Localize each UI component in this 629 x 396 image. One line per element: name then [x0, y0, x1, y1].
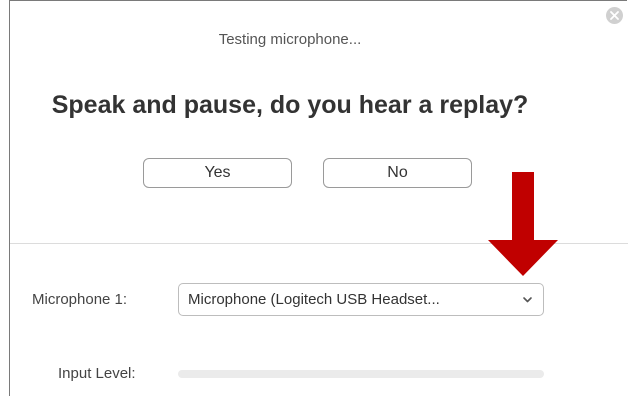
microphone-select[interactable]: Microphone (Logitech USB Headset... — [178, 283, 544, 316]
chevron-down-icon — [523, 297, 532, 303]
input-level-meter — [178, 370, 544, 378]
microphone-selected-value: Microphone (Logitech USB Headset... — [188, 291, 440, 308]
replay-question-heading: Speak and pause, do you hear a replay? — [51, 91, 529, 119]
microphone-label: Microphone 1: — [32, 291, 128, 308]
testing-status-text: Testing microphone... — [218, 31, 362, 48]
close-button[interactable] — [606, 7, 623, 24]
no-button[interactable]: No — [323, 158, 472, 188]
close-icon — [610, 11, 619, 20]
input-level-label: Input Level: — [58, 365, 136, 382]
down-arrow-icon — [488, 172, 558, 276]
yes-button[interactable]: Yes — [143, 158, 292, 188]
microphone-test-dialog: Testing microphone... Speak and pause, d… — [9, 0, 628, 396]
